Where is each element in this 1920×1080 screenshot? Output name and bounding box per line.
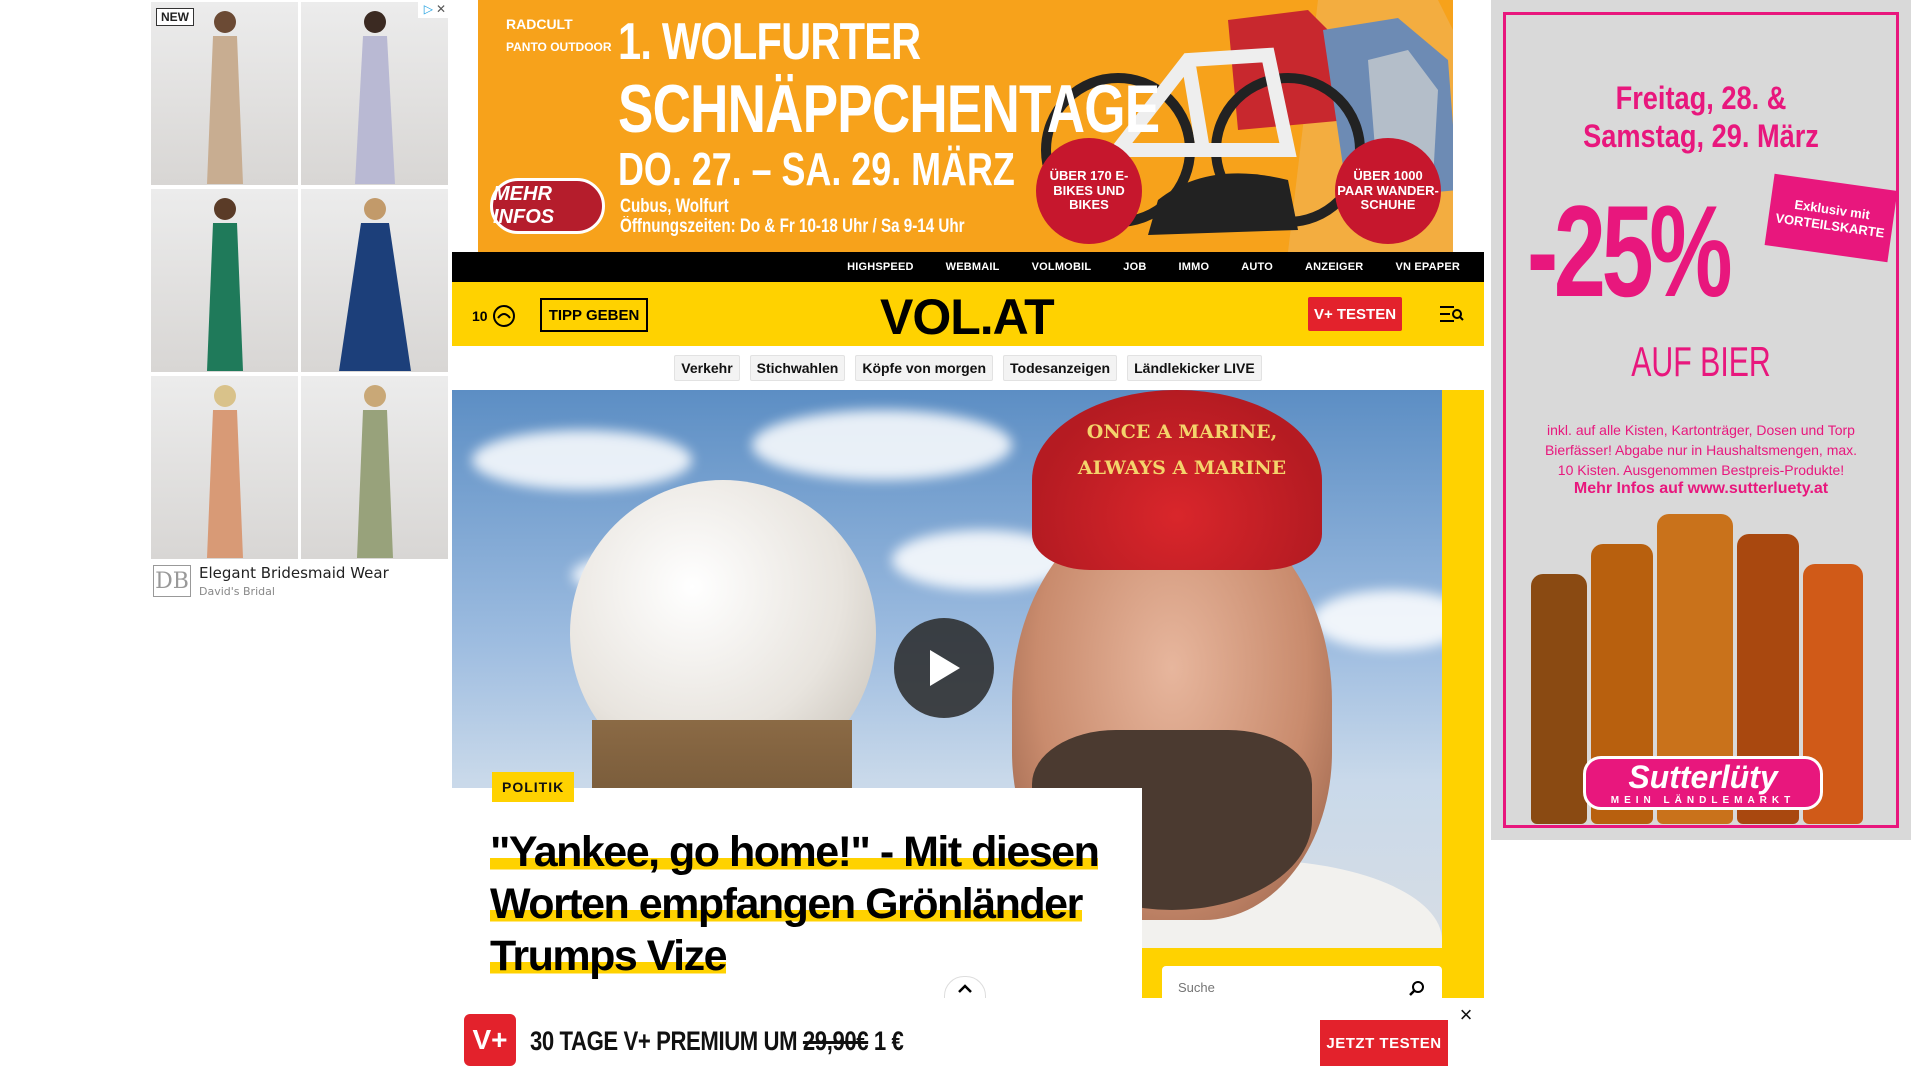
article-card[interactable]: POLITIK "Yankee, go home!" - Mit diesen … [452,772,1142,1002]
tipp-geben-button[interactable]: TIPP GEBEN [540,298,648,332]
ad-sponsor: David's Bridal [199,585,275,598]
dress-image-1[interactable]: NEW [151,2,298,185]
top-banner-advertisement[interactable]: RADCULT PANTO OUTDOOR 1. WOLFURTER SCHNÄ… [478,0,1453,252]
panto-logo: PANTO OUTDOOR [506,40,612,54]
vplus-testen-button[interactable]: V+ TESTEN [1308,297,1402,331]
beer-bottle [1531,574,1587,824]
nav-webmail[interactable]: WEBMAIL [946,261,1000,273]
dress-figure [206,385,243,558]
ebikes-badge: ÜBER 170 E-BIKES UND BIKES [1036,138,1142,244]
chip-koepfe-von-morgen[interactable]: Köpfe von morgen [855,355,994,381]
new-price: 1 € [868,1026,904,1056]
dress-figure [206,11,243,184]
nav-highspeed[interactable]: HIGHSPEED [847,261,914,273]
dress-figure [338,198,411,371]
premium-sticky-bar: V+ 30 TAGE V+ PREMIUM UM 29,90€ 1 € JETZ… [452,998,1484,1080]
chip-stichwahlen[interactable]: Stichwahlen [749,355,846,381]
sutterluety-logo: Sutterlüty MEIN LÄNDLEMARKT [1583,756,1823,810]
dress-figure [354,11,395,184]
chip-verkehr[interactable]: Verkehr [674,355,740,381]
adchoices-icon[interactable]: ▷ ✕ [418,2,448,18]
dress-figure [206,198,243,371]
dress-figure [356,385,393,558]
top-navigation: HIGHSPEED WEBMAIL VOLMOBIL JOB IMMO AUTO… [452,252,1484,282]
search-icon[interactable] [1408,980,1426,998]
banner-dates: DO. 27. – SA. 29. MÄRZ [618,143,1015,195]
category-tag[interactable]: POLITIK [492,772,575,802]
ad-date-2: Samstag, 29. März [1583,118,1819,154]
close-icon[interactable]: × [1454,1002,1478,1028]
chevron-up-icon [958,984,972,993]
davids-bridal-logo: DB [153,565,191,597]
jetzt-testen-button[interactable]: JETZT TESTEN [1320,1020,1448,1066]
cap-embroidery: ONCE A MARINE, ALWAYS A MARINE [1077,421,1287,480]
dress-image-4[interactable] [301,189,448,372]
temperature: 10 [472,308,488,324]
dress-image-3[interactable] [151,189,298,372]
left-advertisement[interactable]: NEW ▷ ✕ DB Elegant Bridesmaid Wear David'… [151,0,449,600]
ad-title[interactable]: Elegant Bridesmaid Wear [199,564,389,582]
banner-location: Cubus, Wolfurt [620,196,729,217]
radcult-logo: RADCULT [506,16,573,32]
old-price: 29,90€ [802,1026,869,1056]
ad-date-1: Freitag, 28. & [1615,80,1787,116]
weather-icon [492,305,515,327]
banner-headline-2: SCHNÄPPCHENTAGE [618,71,1160,147]
article-headline[interactable]: "Yankee, go home!" - Mit diesen Worten e… [490,826,1130,982]
banner-headline-1: 1. WOLFURTER [618,13,921,71]
weather-widget[interactable]: 10 [472,304,516,328]
site-logo[interactable]: VOL.AT [880,288,1055,346]
search-input[interactable] [1178,980,1398,995]
menu-search-icon[interactable] [1440,304,1464,324]
vplus-logo: V+ [464,1014,516,1066]
chip-laendlekicker-live[interactable]: Ländlekicker LIVE [1127,355,1262,381]
nav-anzeiger[interactable]: ANZEIGER [1305,261,1363,273]
chip-todesanzeigen[interactable]: Todesanzeigen [1003,355,1118,381]
dress-image-2[interactable]: ▷ ✕ [301,2,448,185]
topic-chips: Verkehr Stichwahlen Köpfe von morgen Tod… [452,346,1484,390]
dress-image-6[interactable] [301,376,448,559]
nav-immo[interactable]: IMMO [1178,261,1209,273]
discount-percent: -25% [1527,178,1733,324]
nav-volmobil[interactable]: VOLMOBIL [1032,261,1092,273]
mehr-infos-button[interactable]: MEHR INFOS [490,178,605,234]
nav-vn-epaper[interactable]: VN EPAPER [1395,261,1460,273]
play-button[interactable] [894,618,994,718]
new-badge: NEW [156,8,194,26]
ad-more-info[interactable]: Mehr Infos auf www.sutterluety.at [1491,480,1911,498]
nav-job[interactable]: JOB [1123,261,1146,273]
ad-small-print: inkl. auf alle Kisten, Kartonträger, Dos… [1544,422,1858,478]
play-icon [930,650,960,686]
dress-image-5[interactable] [151,376,298,559]
site-header: 10 TIPP GEBEN VOL.AT V+ TESTEN [452,282,1484,346]
shoes-badge: ÜBER 1000 PAAR WANDER-SCHUHE [1335,138,1441,244]
ad-product: AUF BIER [1631,338,1771,385]
premium-offer-text: 30 TAGE V+ PREMIUM UM 29,90€ 1 € [530,1026,904,1056]
nav-auto[interactable]: AUTO [1241,261,1273,273]
banner-hours: Öffnungszeiten: Do & Fr 10-18 Uhr / Sa 9… [620,216,965,237]
right-advertisement[interactable]: Freitag, 28. & Samstag, 29. März -25% Ex… [1491,0,1911,840]
